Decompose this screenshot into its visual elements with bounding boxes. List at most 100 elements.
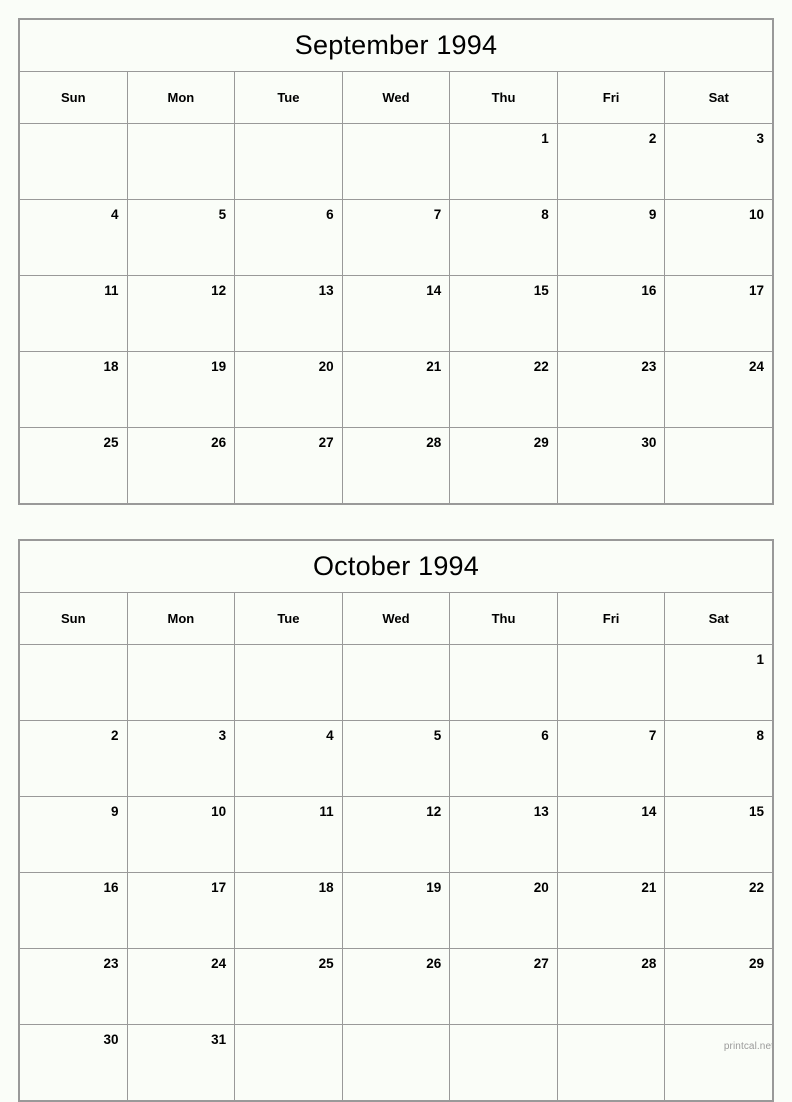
day-cell[interactable]: 27: [449, 948, 558, 1025]
day-cell[interactable]: 14: [556, 796, 666, 873]
day-cell[interactable]: 29: [664, 948, 773, 1025]
day-cell[interactable]: 1: [664, 644, 773, 721]
day-cell[interactable]: 28: [341, 427, 451, 504]
day-cell[interactable]: 21: [341, 351, 451, 428]
day-cell[interactable]: [234, 123, 343, 200]
day-cell[interactable]: [126, 123, 236, 200]
day-cell[interactable]: [341, 123, 451, 200]
day-cell[interactable]: 9: [556, 199, 666, 276]
day-cell[interactable]: 12: [341, 796, 451, 873]
day-cell[interactable]: 24: [126, 948, 236, 1025]
weekday-header-fri: Fri: [556, 592, 666, 645]
day-cell[interactable]: 14: [341, 275, 451, 352]
day-cell[interactable]: [556, 1024, 666, 1101]
day-cell[interactable]: 25: [19, 427, 128, 504]
day-cell[interactable]: 13: [234, 275, 343, 352]
day-cell[interactable]: 9: [19, 796, 128, 873]
weekday-header-sun: Sun: [19, 71, 128, 124]
day-cell[interactable]: 11: [19, 275, 128, 352]
site-attribution: printcal.net: [723, 1041, 774, 1052]
calendar-body-september: 1 2 3 4 5 6 7 8 9 10 11 12 13 14 15 16 1…: [19, 123, 773, 504]
day-cell[interactable]: 10: [126, 796, 236, 873]
month-title-september: September 1994: [19, 19, 773, 72]
day-cell[interactable]: 24: [664, 351, 773, 428]
weekday-header-wed: Wed: [341, 592, 451, 645]
day-cell[interactable]: 6: [234, 199, 343, 276]
day-cell[interactable]: 15: [449, 275, 558, 352]
day-cell[interactable]: 29: [449, 427, 558, 504]
weekday-header-row-september: Sun Mon Tue Wed Thu Fri Sat: [19, 71, 773, 124]
day-cell[interactable]: 18: [19, 351, 128, 428]
day-cell[interactable]: [234, 644, 343, 721]
day-cell[interactable]: 27: [234, 427, 343, 504]
day-cell[interactable]: [449, 1024, 558, 1101]
month-title-october: October 1994: [19, 540, 773, 593]
day-cell[interactable]: [234, 1024, 343, 1101]
day-cell[interactable]: [664, 1024, 773, 1101]
day-cell[interactable]: 2: [19, 720, 128, 797]
month-block-september: September 1994 Sun Mon Tue Wed Thu Fri S…: [18, 18, 774, 505]
day-cell[interactable]: 28: [556, 948, 666, 1025]
day-cell[interactable]: 25: [234, 948, 343, 1025]
day-cell[interactable]: 3: [664, 123, 773, 200]
day-cell[interactable]: 21: [556, 872, 666, 949]
day-cell[interactable]: 12: [126, 275, 236, 352]
day-cell[interactable]: 16: [19, 872, 128, 949]
day-cell[interactable]: 5: [341, 720, 451, 797]
day-cell[interactable]: 23: [556, 351, 666, 428]
day-cell[interactable]: 30: [19, 1024, 128, 1101]
day-cell[interactable]: 10: [664, 199, 773, 276]
day-cell[interactable]: 31: [126, 1024, 236, 1101]
weekday-header-sun: Sun: [19, 592, 128, 645]
day-cell[interactable]: 4: [19, 199, 128, 276]
calendar-page: September 1994 Sun Mon Tue Wed Thu Fri S…: [0, 0, 792, 1102]
day-cell[interactable]: [341, 644, 451, 721]
weekday-header-thu: Thu: [449, 592, 558, 645]
week-row: 18 19 20 21 22 23 24: [19, 351, 773, 428]
day-cell[interactable]: 30: [556, 427, 666, 504]
day-cell[interactable]: [556, 644, 666, 721]
day-cell[interactable]: 11: [234, 796, 343, 873]
day-cell[interactable]: 3: [126, 720, 236, 797]
day-cell[interactable]: 19: [126, 351, 236, 428]
day-cell[interactable]: 6: [449, 720, 558, 797]
week-row: 1 2 3: [19, 123, 773, 200]
day-cell[interactable]: 8: [664, 720, 773, 797]
week-row: 2 3 4 5 6 7 8: [19, 720, 773, 797]
weekday-header-sat: Sat: [664, 71, 773, 124]
day-cell[interactable]: 22: [449, 351, 558, 428]
day-cell[interactable]: 1: [449, 123, 558, 200]
day-cell[interactable]: 17: [126, 872, 236, 949]
day-cell[interactable]: 22: [664, 872, 773, 949]
weekday-header-mon: Mon: [126, 71, 236, 124]
week-row: 30 31: [19, 1024, 773, 1101]
day-cell[interactable]: 20: [234, 351, 343, 428]
day-cell[interactable]: 15: [664, 796, 773, 873]
day-cell[interactable]: [126, 644, 236, 721]
day-cell[interactable]: [341, 1024, 451, 1101]
weekday-header-row-october: Sun Mon Tue Wed Thu Fri Sat: [19, 592, 773, 645]
weekday-header-fri: Fri: [556, 71, 666, 124]
day-cell[interactable]: 23: [19, 948, 128, 1025]
day-cell[interactable]: 18: [234, 872, 343, 949]
day-cell[interactable]: [19, 644, 128, 721]
day-cell[interactable]: 7: [556, 720, 666, 797]
day-cell[interactable]: 4: [234, 720, 343, 797]
day-cell[interactable]: 8: [449, 199, 558, 276]
day-cell[interactable]: 26: [126, 427, 236, 504]
day-cell[interactable]: 5: [126, 199, 236, 276]
day-cell[interactable]: 20: [449, 872, 558, 949]
day-cell[interactable]: 17: [664, 275, 773, 352]
day-cell[interactable]: 26: [341, 948, 451, 1025]
day-cell[interactable]: [19, 123, 128, 200]
day-cell[interactable]: [664, 427, 773, 504]
day-cell[interactable]: 13: [449, 796, 558, 873]
day-cell[interactable]: 7: [341, 199, 451, 276]
weekday-header-thu: Thu: [449, 71, 558, 124]
day-cell[interactable]: [449, 644, 558, 721]
title-row-october: October 1994: [19, 540, 773, 593]
day-cell[interactable]: 19: [341, 872, 451, 949]
day-cell[interactable]: 2: [556, 123, 666, 200]
weekday-header-tue: Tue: [234, 71, 343, 124]
day-cell[interactable]: 16: [556, 275, 666, 352]
